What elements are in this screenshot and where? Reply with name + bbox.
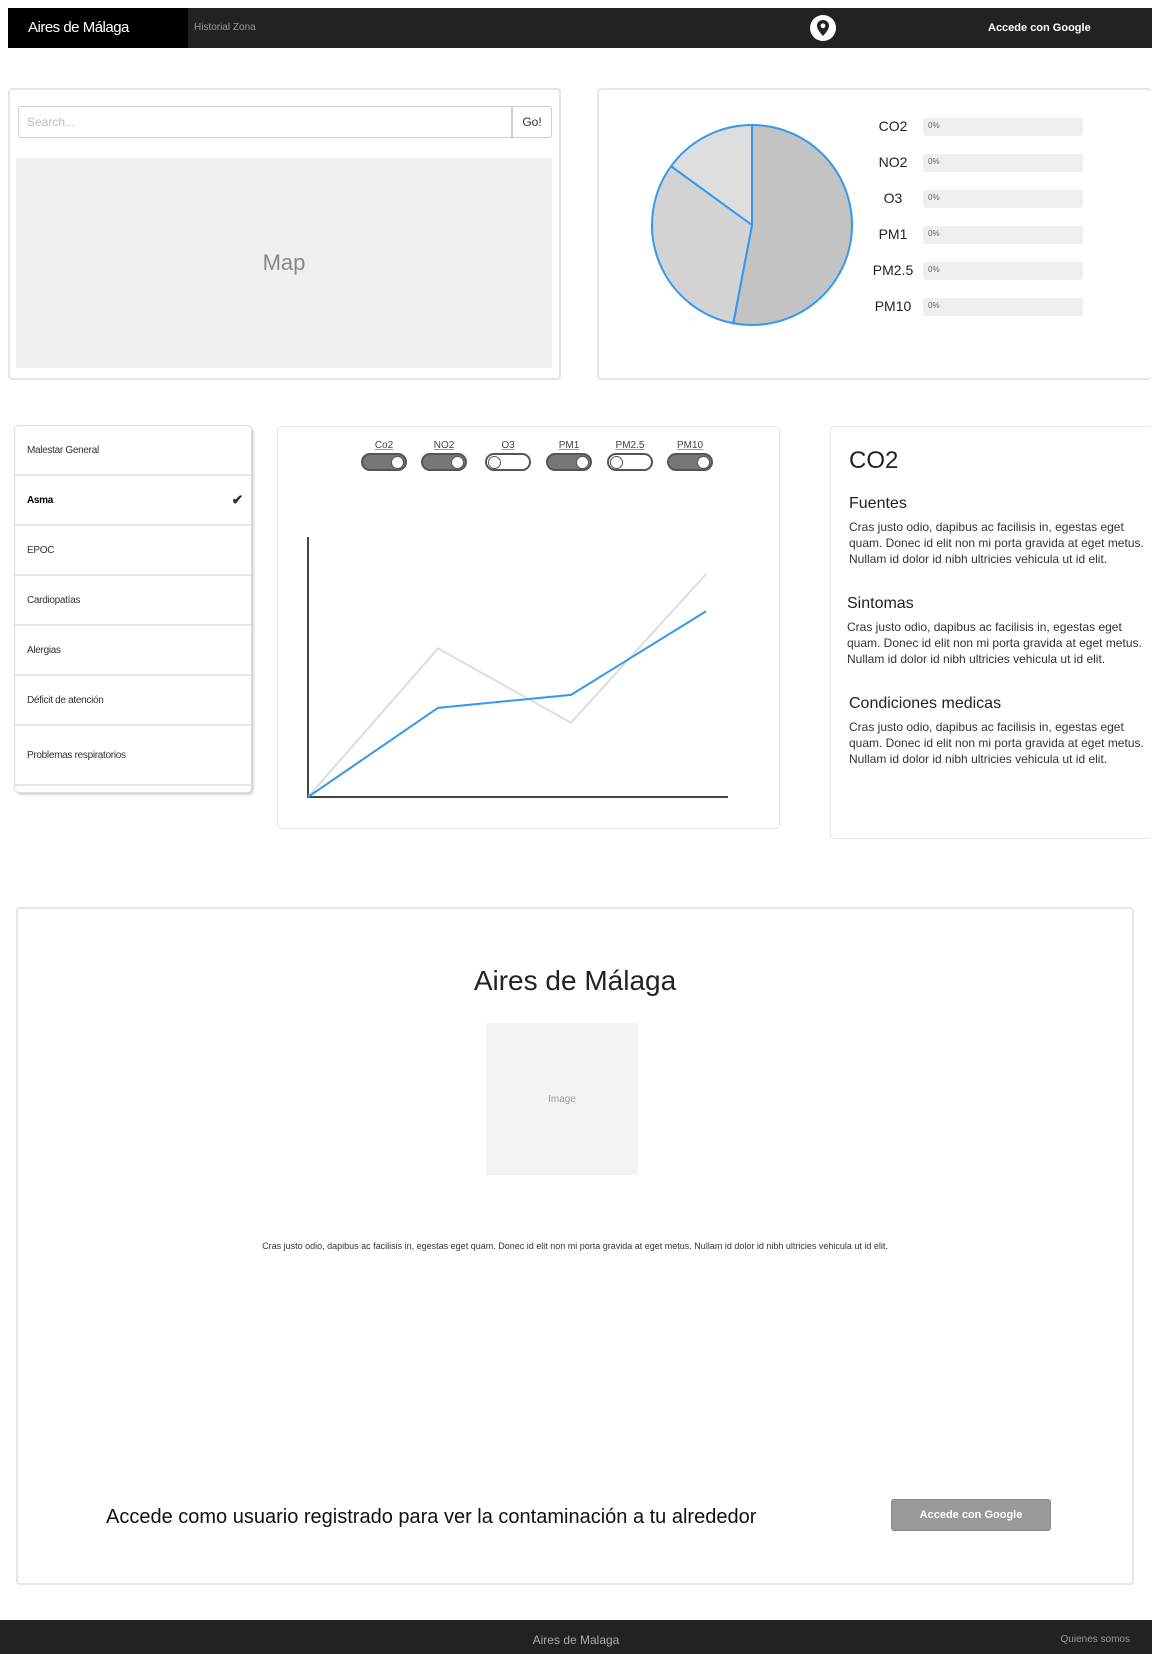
toggle-knob — [610, 456, 623, 469]
legend-row: PM10 0% — [867, 296, 1107, 316]
toggle-label: NO2 — [433, 440, 455, 451]
legend-label: PM1 — [878, 226, 908, 242]
toggle-label: PM1 — [558, 440, 580, 451]
toggle-label: O3 — [501, 440, 515, 451]
about-image-label: Image — [548, 1093, 576, 1105]
toggle-switch[interactable] — [546, 453, 592, 471]
pollutant-toggle[interactable]: PM10 — [664, 439, 716, 479]
legend-row: O3 0% — [867, 188, 1107, 208]
info-heading-fuentes: Fuentes — [849, 495, 907, 512]
list-item[interactable]: Cardiopatías — [15, 576, 251, 626]
pollutant-toggle[interactable]: NO2 — [418, 439, 470, 479]
toggle-label: PM10 — [676, 440, 704, 451]
check-icon: ✔ — [231, 491, 244, 508]
conditions-list: Malestar General Asma ✔ EPOC Cardiopatías Ale… — [15, 426, 251, 792]
about-description: Cras justo odio, dapibus ac facilisis in… — [262, 1241, 888, 1251]
progress-bar: 0% — [923, 298, 1083, 316]
pollutant-pie-chart — [651, 123, 853, 326]
about-title: Aires de Málaga — [473, 965, 677, 996]
info-text-sintomas: Cras justo odio, dapibus ac facilisis in… — [847, 620, 1142, 666]
chart-axis — [307, 537, 728, 798]
legend-label: CO2 — [878, 118, 908, 134]
toggle-knob — [697, 456, 710, 469]
progress-bar: 0% — [923, 262, 1083, 280]
search-group: Go! — [18, 106, 552, 138]
list-item-label: Cardiopatías — [27, 594, 81, 606]
list-item-label: EPOC — [27, 544, 55, 556]
progress-value: 0% — [928, 157, 940, 166]
legend-label: NO2 — [878, 154, 908, 170]
search-go-button[interactable]: Go! — [512, 106, 552, 138]
navbar: Aires de Málaga Historial Zona Accede co… — [8, 8, 1152, 48]
pollutant-line-chart — [307, 537, 728, 798]
legend-row: CO2 0% — [867, 116, 1107, 136]
about-cta-text: Accede como usuario registrado para ver … — [106, 1506, 757, 1528]
list-item-label: Problemas respiratorios — [27, 749, 126, 761]
toggle-knob — [576, 456, 589, 469]
info-text-condiciones: Cras justo odio, dapibus ac facilisis in… — [849, 720, 1144, 766]
pollutant-line-chart-panel: Co2 NO2 O3 PM1 PM2.5 PM10 — [277, 426, 780, 829]
list-item[interactable]: Alergias — [15, 626, 251, 676]
pollutant-info-panel: CO2 Fuentes Cras justo odio, dapibus ac … — [830, 426, 1152, 839]
toggle-switch[interactable] — [485, 453, 531, 471]
legend-row: PM1 0% — [867, 224, 1107, 244]
pollutant-summary-panel: CO2 0% NO2 0% O3 0% PM1 0% PM2.5 0% PM10 0% — [597, 88, 1152, 380]
footer-brand: Aires de Malaga — [532, 1633, 620, 1647]
info-heading-condiciones: Condiciones medicas — [849, 695, 1002, 712]
list-item-label: Alergias — [27, 644, 61, 656]
progress-bar: 0% — [923, 154, 1083, 172]
list-item[interactable]: Déficit de atención — [15, 676, 251, 726]
map-panel: Go! Map — [8, 88, 561, 380]
legend-label: O3 — [883, 190, 903, 206]
toggle-label: PM2.5 — [615, 440, 645, 451]
progress-value: 0% — [928, 265, 940, 274]
brand-logo[interactable]: Aires de Málaga — [8, 8, 188, 48]
map-placeholder-label: Map — [262, 250, 306, 275]
progress-value: 0% — [928, 121, 940, 130]
list-item[interactable]: Problemas respiratorios — [15, 726, 251, 786]
list-item[interactable]: EPOC — [15, 526, 251, 576]
nav-link-historial[interactable]: Historial Zona — [194, 8, 256, 48]
footer-link-quienes-somos[interactable]: Quienes somos — [1061, 1620, 1130, 1654]
list-item-label: Asma — [27, 494, 54, 506]
search-input[interactable] — [18, 106, 512, 138]
list-item-label: Malestar General — [27, 444, 99, 456]
toggle-label: Co2 — [374, 440, 394, 451]
map-view[interactable]: Map — [16, 158, 552, 368]
chart-series-line — [307, 573, 707, 798]
toggle-knob — [451, 456, 464, 469]
about-panel: Aires de Málaga Image Cras justo odio, d… — [16, 907, 1134, 1585]
google-login-button[interactable]: Accede con Google — [891, 1499, 1051, 1531]
pollutant-toggle[interactable]: PM1 — [543, 439, 595, 479]
info-title: CO2 — [849, 447, 899, 474]
progress-bar: 0% — [923, 190, 1083, 208]
pollutant-toggle[interactable]: Co2 — [358, 439, 410, 479]
progress-value: 0% — [928, 193, 940, 202]
progress-value: 0% — [928, 301, 940, 310]
legend-label: PM10 — [874, 298, 912, 314]
toggle-switch[interactable] — [421, 453, 467, 471]
toggle-switch[interactable] — [667, 453, 713, 471]
location-pin-icon[interactable] — [809, 14, 837, 42]
legend-row: PM2.5 0% — [867, 260, 1107, 280]
pollutant-toggle[interactable]: O3 — [482, 439, 534, 479]
nav-login-google[interactable]: Accede con Google — [988, 8, 1091, 48]
info-heading-sintomas: Sintomas — [847, 595, 914, 612]
progress-bar: 0% — [923, 118, 1083, 136]
footer: Aires de Malaga Quienes somos — [0, 1620, 1152, 1654]
list-item[interactable]: Asma ✔ — [15, 476, 251, 526]
progress-value: 0% — [928, 229, 940, 238]
list-item[interactable]: Malestar General — [15, 426, 251, 476]
toggle-knob — [488, 456, 501, 469]
legend-row: NO2 0% — [867, 152, 1107, 172]
toggle-knob — [391, 456, 404, 469]
progress-bar: 0% — [923, 226, 1083, 244]
toggle-switch[interactable] — [607, 453, 653, 471]
pollutant-toggle[interactable]: PM2.5 — [604, 439, 656, 479]
about-image: Image — [486, 1023, 638, 1175]
info-text-fuentes: Cras justo odio, dapibus ac facilisis in… — [849, 520, 1144, 566]
list-item-label: Déficit de atención — [27, 694, 104, 706]
toggle-switch[interactable] — [361, 453, 407, 471]
legend-label: PM2.5 — [872, 262, 914, 278]
